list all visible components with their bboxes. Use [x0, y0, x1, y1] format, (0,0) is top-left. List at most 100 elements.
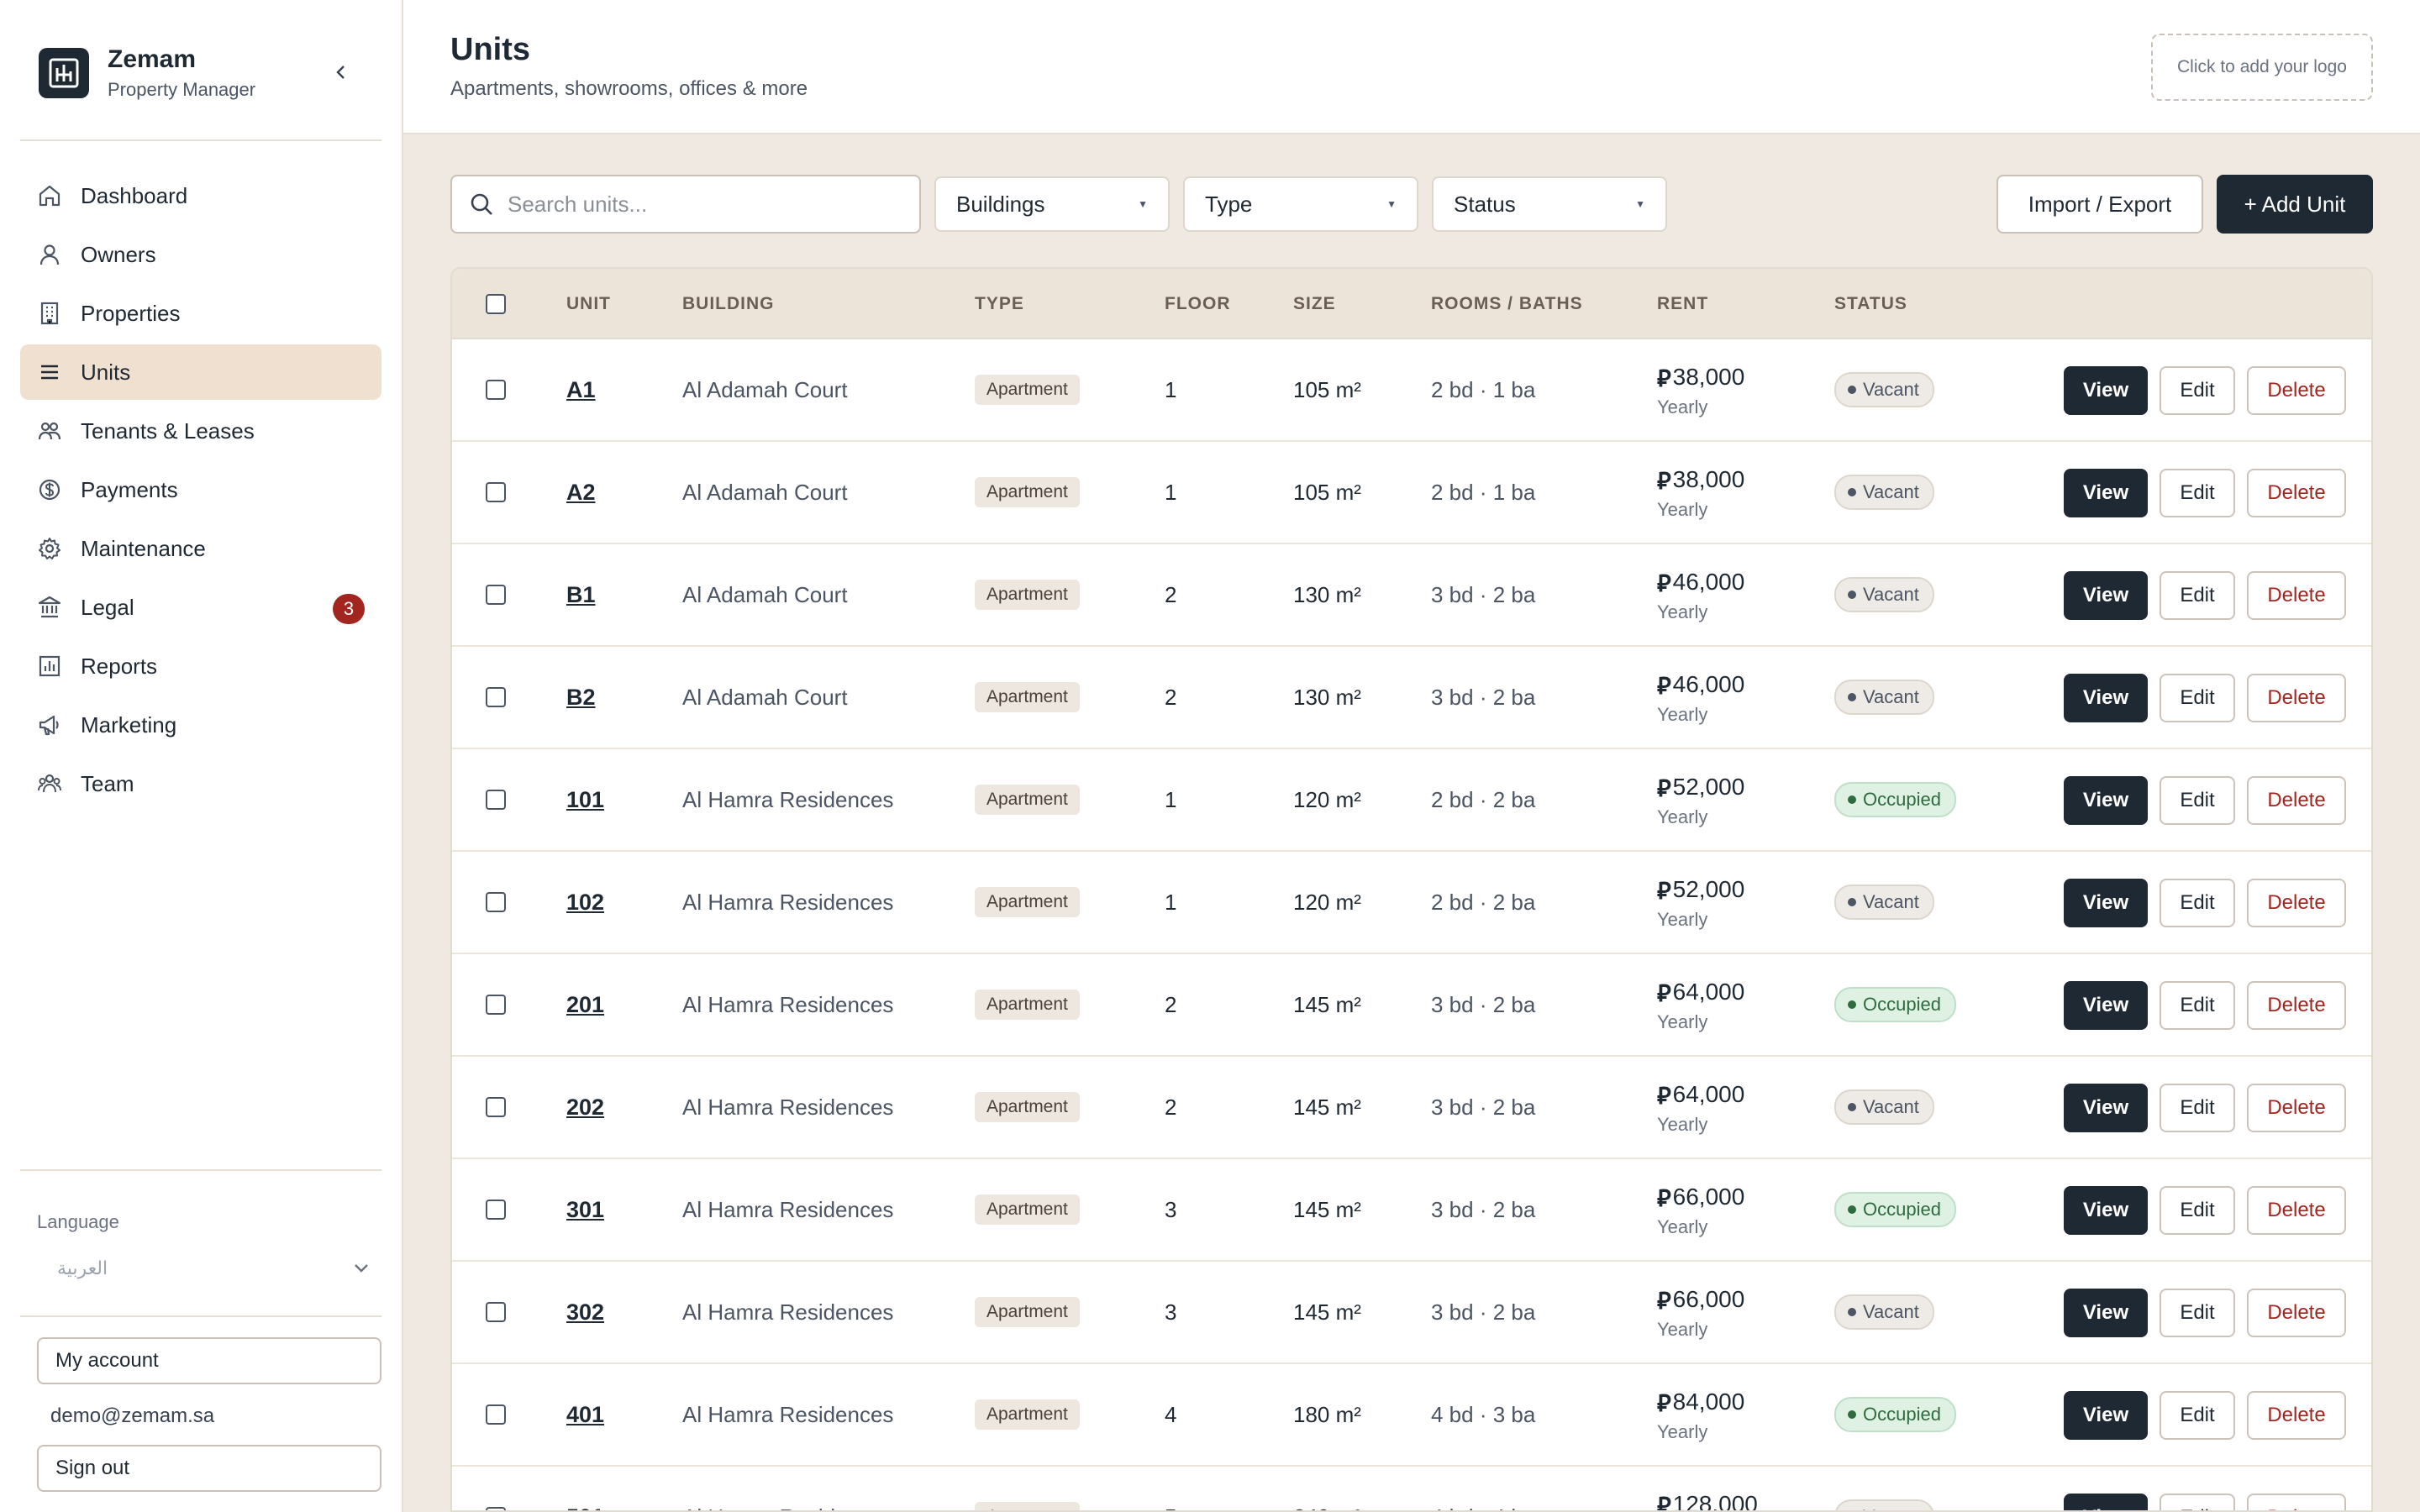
unit-link[interactable]: 101 [566, 787, 604, 813]
table-row[interactable]: 302 Al Hamra Residences Apartment 3 145 m² 3 … [452, 1262, 2371, 1364]
row-checkbox[interactable] [486, 790, 506, 810]
view-button[interactable]: View [2064, 366, 2148, 415]
column-header-type[interactable]: TYPE [975, 269, 1024, 339]
table-row[interactable]: 201 Al Hamra Residences Apartment 2 145 m² 3 … [452, 954, 2371, 1057]
unit-link[interactable]: A2 [566, 480, 596, 506]
row-checkbox[interactable] [486, 380, 506, 400]
status-filter[interactable]: Status ▼ [1432, 176, 1667, 232]
view-button[interactable]: View [2064, 1289, 2148, 1337]
select-all-checkbox[interactable] [486, 294, 506, 314]
view-button[interactable]: View [2064, 879, 2148, 927]
delete-button[interactable]: Delete [2247, 366, 2346, 415]
sidebar-item-tenants-leases[interactable]: Tenants & Leases [20, 403, 381, 459]
view-button[interactable]: View [2064, 674, 2148, 722]
buildings-filter[interactable]: Buildings ▼ [934, 176, 1170, 232]
view-button[interactable]: View [2064, 1391, 2148, 1440]
unit-link[interactable]: 102 [566, 890, 604, 916]
delete-button[interactable]: Delete [2247, 1289, 2346, 1337]
delete-button[interactable]: Delete [2247, 674, 2346, 722]
unit-link[interactable]: 301 [566, 1197, 604, 1223]
view-button[interactable]: View [2064, 981, 2148, 1030]
column-header-size[interactable]: SIZE [1293, 269, 1336, 339]
table-row[interactable]: 202 Al Hamra Residences Apartment 2 145 m² 3 … [452, 1057, 2371, 1159]
edit-button[interactable]: Edit [2160, 1186, 2235, 1235]
edit-button[interactable]: Edit [2160, 879, 2235, 927]
delete-button[interactable]: Delete [2247, 879, 2346, 927]
row-checkbox[interactable] [486, 892, 506, 912]
column-header-building[interactable]: BUILDING [682, 269, 775, 339]
edit-button[interactable]: Edit [2160, 1084, 2235, 1132]
row-checkbox[interactable] [486, 585, 506, 605]
row-checkbox[interactable] [486, 687, 506, 707]
table-row[interactable]: A1 Al Adamah Court Apartment 1 105 m² 2 bd · … [452, 339, 2371, 442]
table-row[interactable]: A2 Al Adamah Court Apartment 1 105 m² 2 bd · … [452, 442, 2371, 544]
edit-button[interactable]: Edit [2160, 674, 2235, 722]
sidebar-item-maintenance[interactable]: Maintenance [20, 521, 381, 576]
unit-link[interactable]: 202 [566, 1095, 604, 1121]
column-header-unit[interactable]: UNIT [566, 269, 611, 339]
delete-button[interactable]: Delete [2247, 469, 2346, 517]
delete-button[interactable]: Delete [2247, 1391, 2346, 1440]
brand[interactable]: Zemam Property Manager [39, 44, 255, 102]
edit-button[interactable]: Edit [2160, 1494, 2235, 1510]
sign-out-button[interactable]: Sign out [37, 1445, 381, 1492]
sidebar-item-units[interactable]: Units [20, 344, 381, 400]
column-header-rent[interactable]: RENT [1657, 269, 1708, 339]
sidebar-item-reports[interactable]: Reports [20, 638, 381, 694]
edit-button[interactable]: Edit [2160, 366, 2235, 415]
row-checkbox[interactable] [486, 1200, 506, 1220]
search-input[interactable] [508, 191, 911, 218]
row-checkbox[interactable] [486, 482, 506, 502]
sidebar-item-payments[interactable]: Payments [20, 462, 381, 517]
table-row[interactable]: 501 Al Hamra Residences Apartment 5 240 m² 4 … [452, 1467, 2371, 1511]
sidebar-item-dashboard[interactable]: Dashboard [20, 168, 381, 223]
view-button[interactable]: View [2064, 776, 2148, 825]
sidebar-item-owners[interactable]: Owners [20, 227, 381, 282]
edit-button[interactable]: Edit [2160, 1391, 2235, 1440]
collapse-sidebar-button[interactable] [329, 60, 353, 84]
unit-link[interactable]: B2 [566, 685, 596, 711]
unit-link[interactable]: 302 [566, 1299, 604, 1326]
unit-link[interactable]: 201 [566, 992, 604, 1018]
sidebar-item-marketing[interactable]: Marketing [20, 697, 381, 753]
delete-button[interactable]: Delete [2247, 776, 2346, 825]
sidebar-item-properties[interactable]: Properties [20, 286, 381, 341]
my-account-button[interactable]: My account [37, 1337, 381, 1384]
row-checkbox[interactable] [486, 1404, 506, 1425]
view-button[interactable]: View [2064, 571, 2148, 620]
view-button[interactable]: View [2064, 469, 2148, 517]
unit-link[interactable]: 401 [566, 1402, 604, 1428]
row-checkbox[interactable] [486, 1507, 506, 1510]
view-button[interactable]: View [2064, 1084, 2148, 1132]
add-unit-button[interactable]: + Add Unit [2217, 175, 2373, 234]
table-row[interactable]: 301 Al Hamra Residences Apartment 3 145 m² 3 … [452, 1159, 2371, 1262]
delete-button[interactable]: Delete [2247, 1186, 2346, 1235]
delete-button[interactable]: Delete [2247, 1494, 2346, 1510]
unit-link[interactable]: B1 [566, 582, 596, 608]
table-row[interactable]: 102 Al Hamra Residences Apartment 1 120 m² 2 … [452, 852, 2371, 954]
type-filter[interactable]: Type ▼ [1183, 176, 1418, 232]
table-row[interactable]: 401 Al Hamra Residences Apartment 4 180 m² 4 … [452, 1364, 2371, 1467]
edit-button[interactable]: Edit [2160, 981, 2235, 1030]
edit-button[interactable]: Edit [2160, 776, 2235, 825]
edit-button[interactable]: Edit [2160, 469, 2235, 517]
delete-button[interactable]: Delete [2247, 1084, 2346, 1132]
sidebar-item-team[interactable]: Team [20, 756, 381, 811]
view-button[interactable]: View [2064, 1186, 2148, 1235]
row-checkbox[interactable] [486, 1097, 506, 1117]
import-export-button[interactable]: Import / Export [1996, 175, 2203, 234]
table-row[interactable]: 101 Al Hamra Residences Apartment 1 120 m² 2 … [452, 749, 2371, 852]
column-header-rooms-baths[interactable]: ROOMS / BATHS [1431, 269, 1583, 339]
view-button[interactable]: View [2064, 1494, 2148, 1510]
table-row[interactable]: B1 Al Adamah Court Apartment 2 130 m² 3 bd · … [452, 544, 2371, 647]
add-logo-button[interactable]: Click to add your logo [2151, 34, 2373, 101]
search-box[interactable] [450, 175, 921, 234]
unit-link[interactable]: 501 [566, 1504, 604, 1511]
row-checkbox[interactable] [486, 995, 506, 1015]
column-header-status[interactable]: STATUS [1834, 269, 1907, 339]
edit-button[interactable]: Edit [2160, 1289, 2235, 1337]
edit-button[interactable]: Edit [2160, 571, 2235, 620]
row-checkbox[interactable] [486, 1302, 506, 1322]
delete-button[interactable]: Delete [2247, 981, 2346, 1030]
unit-link[interactable]: A1 [566, 377, 596, 403]
